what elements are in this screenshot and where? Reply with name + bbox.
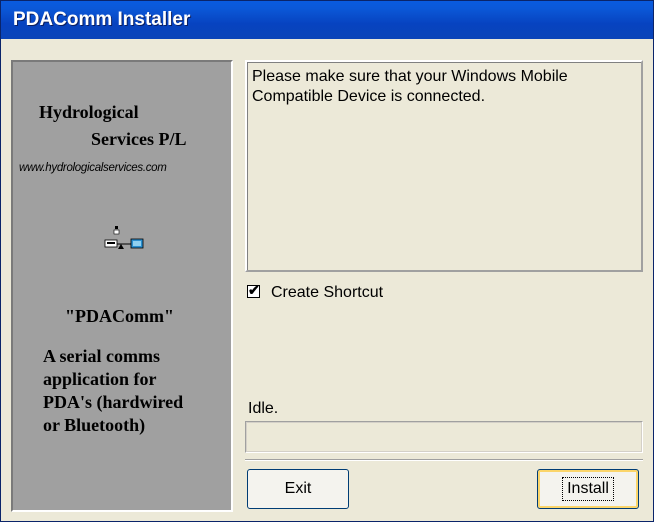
- app-description: A serial comms application for PDA's (ha…: [43, 345, 233, 437]
- company-name-line1: Hydrological: [39, 102, 139, 122]
- title-bar[interactable]: PDAComm Installer: [1, 1, 653, 39]
- message-text: Please make sure that your Windows Mobil…: [252, 68, 568, 105]
- company-name-line2: Services P/L: [91, 129, 187, 149]
- description-line: A serial comms: [43, 346, 160, 366]
- branding-panel: Hydrological Services P/L www.hydrologic…: [11, 60, 233, 512]
- message-box: Please make sure that your Windows Mobil…: [245, 60, 643, 272]
- description-line: PDA's (hardwired: [43, 392, 184, 412]
- checkmark-icon: ✔: [248, 282, 260, 298]
- install-button[interactable]: Install: [537, 469, 639, 509]
- message-box-frame: Please make sure that your Windows Mobil…: [247, 62, 641, 270]
- window-title: PDAComm Installer: [13, 9, 191, 30]
- install-button-label: Install: [562, 477, 614, 501]
- description-line: application for: [43, 369, 157, 389]
- progress-track: [246, 422, 642, 452]
- device-link-icon: [104, 226, 144, 249]
- create-shortcut-label[interactable]: Create Shortcut: [271, 284, 383, 302]
- dialog-body: Hydrological Services P/L www.hydrologic…: [7, 39, 647, 517]
- create-shortcut-checkbox[interactable]: ✔: [247, 282, 260, 298]
- app-name: "PDAComm": [65, 306, 174, 326]
- exit-button-label: Exit: [284, 480, 312, 497]
- description-line: or Bluetooth): [43, 415, 146, 435]
- divider: [245, 459, 643, 461]
- exit-button[interactable]: Exit: [247, 469, 349, 509]
- installer-window: PDAComm Installer Hydrological Services …: [0, 0, 654, 522]
- company-website: www.hydrologicalservices.com: [19, 162, 167, 174]
- status-text: Idle.: [248, 400, 279, 417]
- install-progress-bar: [245, 421, 643, 453]
